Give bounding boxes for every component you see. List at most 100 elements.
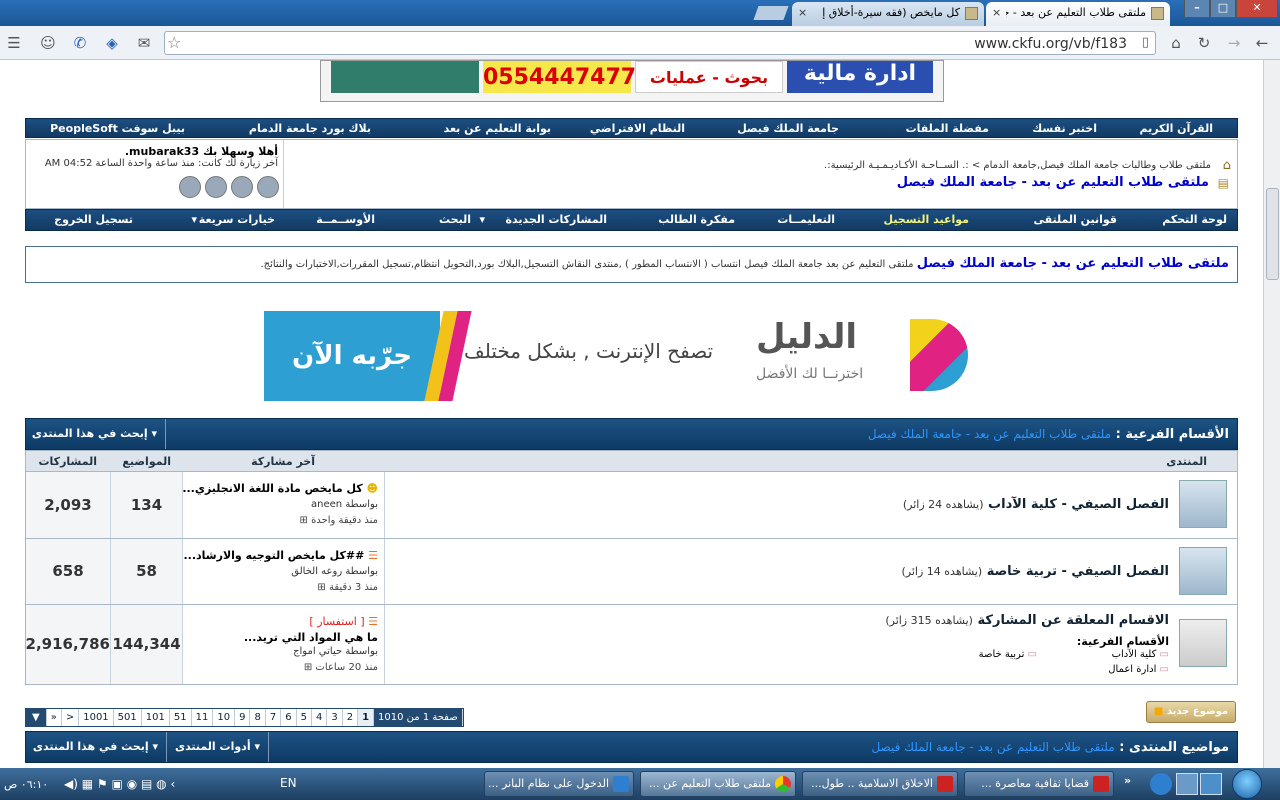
- pager-link[interactable]: 5: [297, 709, 312, 726]
- favorites-icon[interactable]: [179, 176, 201, 198]
- star-icon[interactable]: ☆: [167, 33, 181, 52]
- pager-link[interactable]: 7: [266, 709, 282, 726]
- pager-link[interactable]: 10: [213, 709, 236, 726]
- forum-tools-button[interactable]: ▾ أدوات المنتدى: [166, 732, 269, 762]
- banner-finance[interactable]: ادارة مالية: [787, 61, 933, 93]
- pager-link[interactable]: 501: [114, 709, 142, 726]
- profile-icon[interactable]: [205, 176, 227, 198]
- goto-post-icon[interactable]: ⊞: [299, 515, 307, 526]
- pager-link[interactable]: 3: [327, 709, 343, 726]
- topics-link[interactable]: ملتقى طلاب التعليم عن بعد - جامعة الملك …: [871, 740, 1114, 754]
- nav-new-posts[interactable]: المشاركات الجديدة: [505, 210, 607, 229]
- breadcrumb[interactable]: ملتقى طلاب وطالبات جامعة الملك فيصل,جامع…: [824, 160, 1211, 171]
- chevron-left-icon[interactable]: ‹: [170, 777, 175, 791]
- goto-post-icon[interactable]: ⊞: [304, 662, 312, 673]
- tray-app-icon[interactable]: ▣: [112, 777, 123, 791]
- language-indicator[interactable]: EN: [280, 776, 297, 790]
- nav-search[interactable]: البحث: [439, 210, 471, 229]
- pager-link[interactable]: 1001: [79, 709, 114, 726]
- nav-search-chevron-icon[interactable]: ▾: [479, 210, 485, 229]
- pager-link[interactable]: 101: [142, 709, 170, 726]
- last-post-author[interactable]: بواسطة aneen: [311, 499, 378, 510]
- pager-link[interactable]: 4: [312, 709, 328, 726]
- ie-pinned-icon[interactable]: [1150, 773, 1172, 795]
- subforum-link[interactable]: ▭ ادارة اعمال: [1108, 664, 1169, 675]
- forum-row[interactable]: الفصل الصيفي - تربية خاصة (يشاهده 14 زائ…: [25, 539, 1238, 605]
- flag-icon[interactable]: ⚑: [97, 777, 108, 791]
- forum-row[interactable]: الاقسام المعلقة عن المشاركة (يشاهده 315 …: [25, 605, 1238, 685]
- taskbar-item[interactable]: الاخلاق الاسلامية .. طول...: [802, 771, 958, 797]
- back-icon[interactable]: ←: [1252, 33, 1272, 53]
- banner-research[interactable]: بحوث - عمليات: [635, 61, 783, 93]
- user-cp-icon[interactable]: [257, 176, 279, 198]
- ad-cta[interactable]: جرّبه الآن: [264, 311, 440, 401]
- nav-control-panel[interactable]: لوحة التحكم: [1162, 210, 1227, 229]
- subforums-link[interactable]: ملتقى طلاب التعليم عن بعد - جامعة الملك …: [868, 427, 1111, 441]
- last-post-title[interactable]: ما هي المواد التي تريد...: [244, 631, 378, 644]
- tab-close-icon[interactable]: ×: [992, 2, 1001, 24]
- home-icon[interactable]: ⌂: [1166, 33, 1186, 53]
- search-forum-button[interactable]: ▾ إبحث في هذا المنتدى: [26, 419, 166, 449]
- pager-last[interactable]: »: [47, 709, 62, 726]
- address-bar[interactable]: ☆ www.ckfu.org/vb/f183 ▯: [164, 31, 1156, 55]
- nav-faq[interactable]: التعليمــات: [777, 210, 835, 229]
- close-window-button[interactable]: ✕: [1236, 0, 1278, 18]
- extension-shield-icon[interactable]: ◈: [102, 33, 122, 53]
- last-post-author[interactable]: بواسطة حياتي امواج: [293, 646, 378, 657]
- taskbar-item[interactable]: الدخول على نظام البانر ...: [484, 771, 634, 797]
- subforum-link[interactable]: ▭ كلية الآداب: [1112, 649, 1169, 660]
- forum-desc-title[interactable]: ملتقى طلاب التعليم عن بعد - جامعة الملك …: [917, 256, 1229, 271]
- taskbar-item-active[interactable]: ملتقى طلاب التعليم عن ...: [640, 771, 796, 797]
- forum-row[interactable]: الفصل الصيفي - كلية الآداب (يشاهده 24 زا…: [25, 472, 1238, 539]
- pager-link[interactable]: 9: [235, 709, 251, 726]
- pager-link[interactable]: 6: [281, 709, 297, 726]
- new-tab-button[interactable]: [753, 6, 789, 20]
- taskbar-overflow-icon[interactable]: »: [1124, 774, 1131, 787]
- pager-link[interactable]: 8: [250, 709, 266, 726]
- tray-app-icon[interactable]: ◉: [127, 777, 137, 791]
- pager-next[interactable]: >: [62, 709, 80, 726]
- vertical-scrollbar[interactable]: [1263, 60, 1280, 768]
- maximize-button[interactable]: □: [1210, 0, 1236, 18]
- forum-title[interactable]: الاقسام المعلقة عن المشاركة (يشاهده 315 …: [885, 613, 1169, 628]
- goto-post-icon[interactable]: ⊞: [317, 582, 325, 593]
- pager-menu-chevron-icon[interactable]: ▼: [26, 709, 47, 726]
- topnav-link[interactable]: مفضلة الملفات: [906, 119, 989, 138]
- tray-app-icon[interactable]: ▤: [141, 777, 152, 791]
- tab-inactive[interactable]: كل مايخص (فقه سيرة-أخلاق إ ×: [792, 2, 984, 26]
- pager-link[interactable]: 51: [170, 709, 192, 726]
- aldalil-ad[interactable]: جرّبه الآن تصفح الإنترنت , بشكل مختلف ال…: [264, 311, 992, 401]
- new-topic-button[interactable]: موضوع جديد ■: [1146, 701, 1236, 723]
- extension-phone-icon[interactable]: ✆: [70, 33, 90, 53]
- desktop-pinned-icon[interactable]: [1200, 773, 1222, 795]
- forum-title[interactable]: الفصل الصيفي - تربية خاصة (يشاهده 14 زائ…: [902, 564, 1170, 579]
- topnav-link[interactable]: القرآن الكريم: [1139, 119, 1213, 138]
- last-post-author[interactable]: بواسطة روعه الخالق: [291, 566, 378, 577]
- topnav-link[interactable]: اختبر نفسك: [1032, 119, 1097, 138]
- page-title[interactable]: ملتقى طلاب التعليم عن بعد - جامعة الملك …: [897, 175, 1209, 190]
- minimize-button[interactable]: –: [1184, 0, 1210, 18]
- nav-badges[interactable]: الأوســمــة: [316, 210, 375, 229]
- reload-icon[interactable]: ↻: [1194, 33, 1214, 53]
- subforum-link[interactable]: ▭ تربية خاصة: [979, 649, 1037, 660]
- taskbar-item[interactable]: قضايا ثقافية معاصرة ...: [964, 771, 1114, 797]
- extension-mail-icon[interactable]: ✉: [134, 33, 154, 53]
- pager-link[interactable]: 2: [343, 709, 359, 726]
- menu-icon[interactable]: ☰: [4, 33, 24, 53]
- volume-icon[interactable]: ◀): [64, 777, 78, 791]
- nav-rules[interactable]: قوانين الملتقى: [1033, 210, 1117, 229]
- explorer-pinned-icon[interactable]: [1176, 773, 1198, 795]
- topnav-link[interactable]: بيبل سوفت PeopleSoft: [50, 119, 185, 138]
- topnav-link[interactable]: بلاك بورد جامعة الدمام: [249, 119, 371, 138]
- last-post-title[interactable]: ☰ ##كل مايخص التوجيه والارشاد...: [184, 549, 379, 562]
- topnav-link[interactable]: جامعة الملك فيصل: [737, 119, 839, 138]
- banner-phone[interactable]: 0554447477: [483, 61, 636, 93]
- nav-logout[interactable]: تسجيل الخروج: [54, 210, 133, 229]
- scrollbar-thumb[interactable]: [1266, 188, 1279, 280]
- forward-icon[interactable]: →: [1224, 33, 1244, 53]
- nav-quick-chevron-icon[interactable]: ▾: [191, 210, 197, 229]
- start-button[interactable]: [1232, 769, 1262, 799]
- nav-student-planner[interactable]: مفكرة الطالب: [658, 210, 735, 229]
- network-icon[interactable]: ▦: [82, 777, 93, 791]
- top-banner-ad[interactable]: ادارة مالية بحوث - عمليات 0554447477: [320, 60, 944, 102]
